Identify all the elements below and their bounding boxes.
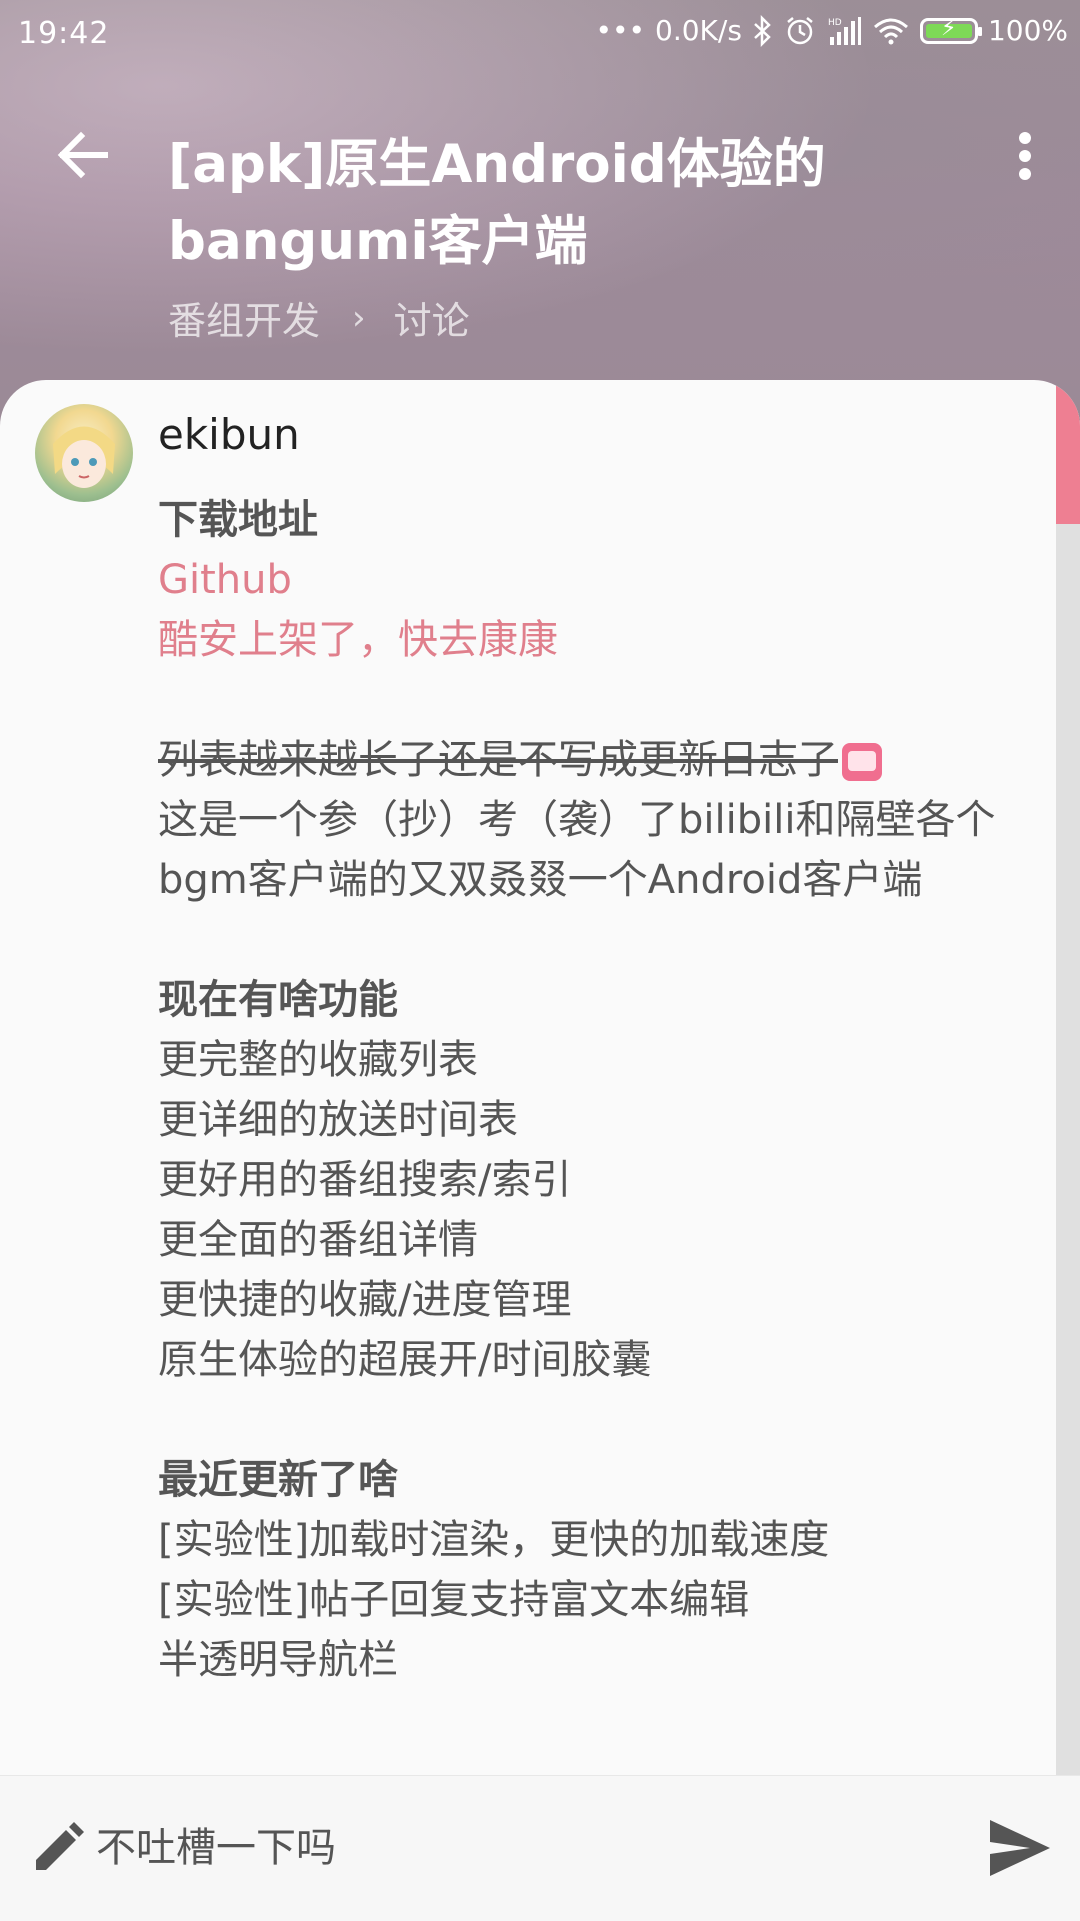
feature-item: 更全面的番组详情 xyxy=(158,1217,478,1263)
feature-item: 更详细的放送时间表 xyxy=(158,1097,518,1143)
avatar-image xyxy=(53,426,115,488)
battery-charging-icon: ⚡ xyxy=(919,16,982,44)
pencil-icon xyxy=(36,1822,84,1870)
bilibili-tv-emoji-icon xyxy=(842,743,882,781)
post-body: 下载地址 Github 酷安上架了，快去康康 列表越来越长了还是不写成更新日志了… xyxy=(158,490,1038,1690)
section-heading-updates: 最近更新了啥 xyxy=(158,1457,398,1503)
github-link[interactable]: Github xyxy=(158,550,1038,610)
more-dots-icon: ••• xyxy=(595,14,646,47)
back-button[interactable] xyxy=(50,122,116,188)
wifi-icon xyxy=(873,18,908,44)
reply-input[interactable] xyxy=(96,1816,946,1880)
description-line-1: 这是一个参（抄）考（袭）了bilibili和隔壁各个 xyxy=(158,797,996,843)
status-icons: ••• 0.0K/s HD ⚡ 100% xyxy=(595,14,1068,47)
feature-item: 更完整的收藏列表 xyxy=(158,1037,478,1083)
breadcrumb-item-group[interactable]: 番组开发 xyxy=(168,290,320,345)
status-time: 19:42 xyxy=(18,16,110,51)
post-author[interactable]: ekibun xyxy=(158,410,300,459)
scrollbar-track[interactable] xyxy=(1056,380,1080,1775)
update-item: [实验性]加载时渲染，更快的加载速度 xyxy=(158,1517,830,1563)
description-line-2: bgm客户端的又双叒叕一个Android客户端 xyxy=(158,857,923,903)
feature-item: 更快捷的收藏/进度管理 xyxy=(158,1277,572,1323)
breadcrumb-separator: › xyxy=(352,297,366,338)
send-icon xyxy=(990,1820,1050,1876)
feature-item: 原生体验的超展开/时间胶囊 xyxy=(158,1337,652,1383)
strikethrough-text: 列表越来越长了还是不写成更新日志了 xyxy=(158,737,838,783)
alarm-icon xyxy=(787,16,813,44)
section-heading-download: 下载地址 xyxy=(158,497,318,543)
scrollbar-thumb[interactable] xyxy=(1056,380,1080,524)
breadcrumb: 番组开发 › 讨论 xyxy=(168,290,470,345)
status-bar: 19:42 ••• 0.0K/s HD ⚡ 100% xyxy=(0,0,1080,72)
bluetooth-icon xyxy=(754,14,771,47)
avatar[interactable] xyxy=(35,404,133,502)
section-heading-features: 现在有啥功能 xyxy=(158,977,398,1023)
more-vert-icon xyxy=(1019,132,1031,180)
reply-bar xyxy=(0,1775,1080,1921)
send-button[interactable] xyxy=(986,1816,1054,1880)
network-speed: 0.0K/s xyxy=(655,14,742,47)
breadcrumb-item-discussion[interactable]: 讨论 xyxy=(394,290,470,345)
feature-item: 更好用的番组搜索/索引 xyxy=(158,1157,572,1203)
battery-level: 100% xyxy=(987,14,1068,47)
changelog-note: 列表越来越长了还是不写成更新日志了 xyxy=(158,730,1038,790)
post-card: ekibun 下载地址 Github 酷安上架了，快去康康 列表越来越长了还是不… xyxy=(0,380,1080,1775)
arrow-back-icon xyxy=(57,131,108,179)
more-options-button[interactable] xyxy=(1000,126,1050,186)
hd-signal-icon: HD xyxy=(828,16,861,45)
coolapk-link[interactable]: 酷安上架了，快去康康 xyxy=(158,610,1038,670)
page-title: [apk]原生Android体验的bangumi客户端 xyxy=(168,134,826,272)
update-item: 半透明导航栏 xyxy=(158,1637,398,1683)
update-item: [实验性]帖子回复支持富文本编辑 xyxy=(158,1577,750,1623)
svg-text:HD: HD xyxy=(828,18,842,28)
